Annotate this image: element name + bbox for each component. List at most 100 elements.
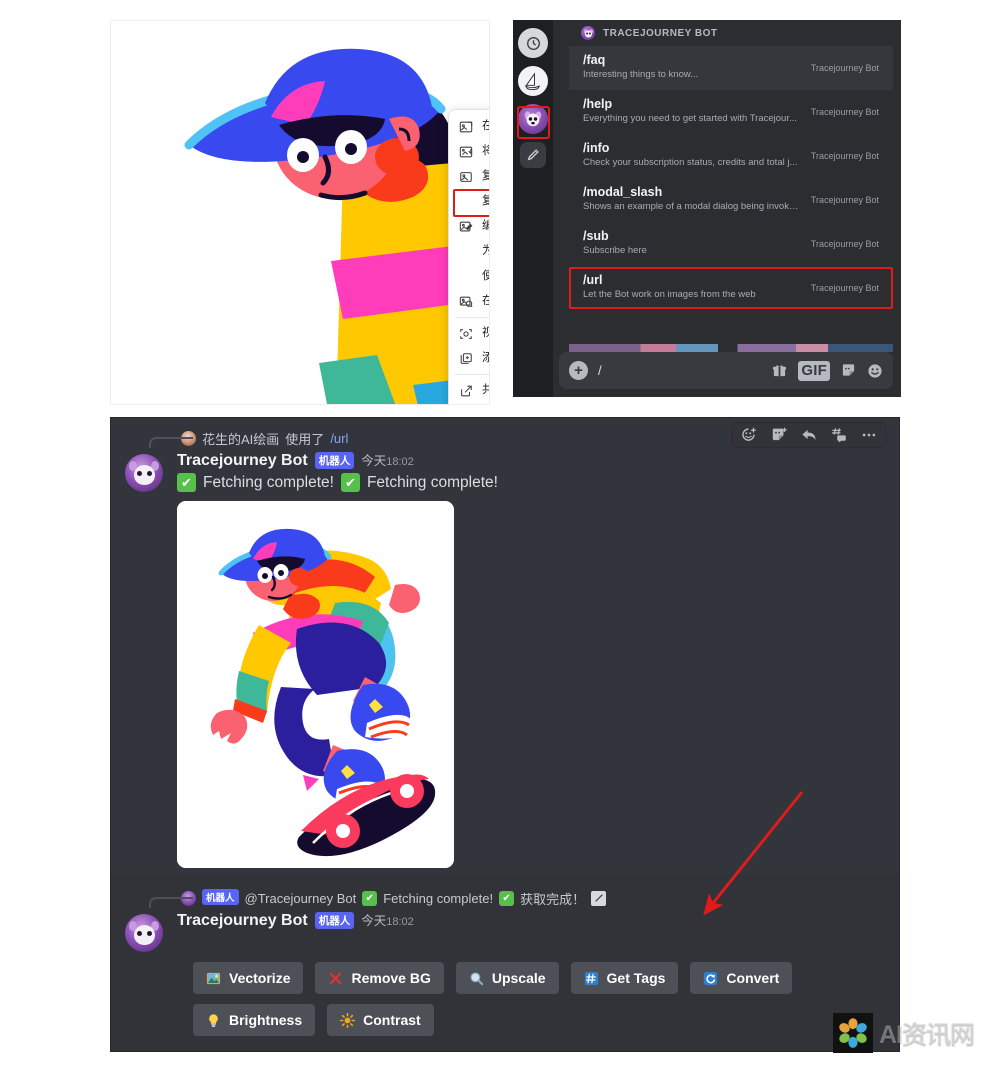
midjourney-icon[interactable] bbox=[518, 66, 548, 96]
command-desc: Let the Bot work on images from the web bbox=[583, 290, 756, 301]
ctx-visual-search[interactable]: 视觉搜索 bbox=[449, 321, 489, 346]
get-tags-button[interactable]: Get Tags bbox=[570, 962, 679, 994]
slash-popup-header: TRACEJOURNEY BOT bbox=[569, 20, 893, 46]
button-label: Contrast bbox=[363, 1012, 421, 1028]
slash-command-info[interactable]: /info Check your subscription status, cr… bbox=[569, 134, 893, 178]
sticker-icon[interactable] bbox=[841, 363, 856, 378]
reply-reference-2[interactable]: 机器人 @Tracejourney Bot ✔ Fetching complet… bbox=[111, 888, 899, 908]
command-bot-name: Tracejourney Bot bbox=[810, 194, 879, 205]
ctx-add-to-collections[interactable]: 添加到集锦 bbox=[449, 346, 489, 371]
ctx-open-image-new-tab[interactable]: 在新标签页中打开图像 bbox=[449, 114, 489, 139]
slash-command-faq[interactable]: /faq Interesting things to know... Trace… bbox=[569, 46, 893, 90]
command-desc: Shows an example of a modal dialog being… bbox=[583, 202, 803, 213]
emoji-picker-icon[interactable] bbox=[867, 363, 883, 379]
slash-popup-header-label: TRACEJOURNEY BOT bbox=[603, 27, 718, 39]
slash-command-sub[interactable]: /sub Subscribe here Tracejourney Bot bbox=[569, 222, 893, 266]
ctx-share[interactable]: 共享 bbox=[449, 378, 489, 403]
discord-panel-body: TRACEJOURNEY BOT /faq Interesting things… bbox=[553, 20, 901, 397]
message-input-text[interactable]: / bbox=[598, 363, 762, 378]
reply-command-link[interactable]: /url bbox=[330, 431, 348, 446]
reply-mention[interactable]: @Tracejourney Bot bbox=[245, 891, 357, 906]
action-buttons-container: Vectorize Remove BG Upscale Get Tags Con… bbox=[111, 952, 899, 1036]
command-bot-name: Tracejourney Bot bbox=[810, 150, 879, 161]
slash-command-modal-slash[interactable]: /modal_slash Shows an example of a modal… bbox=[569, 178, 893, 222]
avatar-face bbox=[133, 925, 155, 945]
vectorize-icon bbox=[206, 971, 221, 986]
remove-bg-button[interactable]: Remove BG bbox=[315, 962, 444, 994]
skater-illustration-top bbox=[111, 21, 489, 404]
get-tags-icon bbox=[584, 971, 599, 986]
ctx-label: 复制图像 bbox=[482, 170, 489, 183]
message-author[interactable]: Tracejourney Bot bbox=[177, 452, 308, 470]
screenshot-root: 在新标签页中打开图像 将图像另存为 bbox=[0, 0, 1000, 1070]
ctx-label: 添加到集锦 bbox=[482, 352, 489, 365]
recent-icon[interactable] bbox=[518, 28, 548, 58]
ctx-edit-image[interactable]: 编辑图像 bbox=[449, 214, 489, 239]
brightness-icon bbox=[206, 1013, 221, 1028]
remove-bg-icon bbox=[328, 971, 343, 986]
message-author[interactable]: Tracejourney Bot bbox=[177, 912, 308, 930]
ctx-save-image-as[interactable]: 将图像另存为 bbox=[449, 139, 489, 164]
vectorize-button[interactable]: Vectorize bbox=[193, 962, 304, 994]
convert-icon bbox=[703, 971, 718, 986]
reply-spine bbox=[149, 897, 193, 908]
message-timestamp: 今天18:02 bbox=[361, 450, 414, 469]
ctx-label: 为此图像创建 QR 代码 bbox=[482, 245, 489, 258]
avatar[interactable] bbox=[125, 914, 163, 952]
gift-icon[interactable] bbox=[772, 363, 787, 378]
upscale-icon bbox=[469, 971, 484, 986]
ctx-copy-image-link[interactable]: 复制图像链接 bbox=[449, 189, 489, 217]
command-name: /faq bbox=[583, 52, 606, 67]
reply-action-text: 使用了 bbox=[285, 431, 325, 447]
ctx-search-image-bing[interactable]: 使用 必应搜索图像 bbox=[449, 264, 489, 289]
upscale-button[interactable]: Upscale bbox=[455, 962, 559, 994]
convert-button[interactable]: Convert bbox=[690, 962, 793, 994]
gif-picker-icon[interactable]: GIF bbox=[798, 360, 830, 381]
ctx-copy-image[interactable]: 复制图像 bbox=[449, 164, 489, 189]
command-name: /sub bbox=[583, 228, 609, 243]
message-content-1: Tracejourney Bot 机器人 今天18:02 ✔ Fetching … bbox=[177, 450, 883, 868]
browser-context-menu[interactable]: 在新标签页中打开图像 将图像另存为 bbox=[448, 109, 489, 404]
message-text-1: ✔ Fetching complete! ✔ Fetching complete… bbox=[177, 473, 883, 492]
upload-attachment-button[interactable]: + bbox=[569, 361, 588, 380]
reply-text-1: Fetching complete! bbox=[383, 890, 494, 906]
web-search-image-icon bbox=[458, 294, 473, 309]
command-name: /help bbox=[583, 96, 613, 111]
reply-reference-1[interactable]: 花生的AI绘画 使用了 /url bbox=[111, 428, 899, 448]
ctx-label: 视觉搜索 bbox=[482, 327, 489, 340]
generated-image-embed[interactable] bbox=[177, 501, 454, 868]
ctx-label: 在 Web 上搜索图像 bbox=[482, 295, 489, 308]
watermark: AI资讯网 bbox=[833, 1012, 998, 1054]
ctx-separator bbox=[455, 374, 489, 375]
ctx-create-qr-code[interactable]: 为此图像创建 QR 代码 bbox=[449, 239, 489, 264]
slash-command-popup[interactable]: TRACEJOURNEY BOT /faq Interesting things… bbox=[569, 20, 893, 352]
message-content-2: Tracejourney Bot 机器人 今天18:02 bbox=[177, 910, 883, 952]
watermark-text: AI资讯网 bbox=[879, 1021, 975, 1049]
edit-icon[interactable] bbox=[520, 142, 546, 168]
ctx-search-image-on-web[interactable]: 在 Web 上搜索图像 bbox=[449, 289, 489, 314]
ctx-label: 编辑图像 bbox=[482, 220, 489, 233]
ctx-label: 复制图像链接 bbox=[482, 195, 489, 208]
tracejourney-bot-icon[interactable] bbox=[518, 104, 548, 134]
slash-command-help[interactable]: /help Everything you need to get started… bbox=[569, 90, 893, 134]
message-body-1: Tracejourney Bot 机器人 今天18:02 ✔ Fetching … bbox=[111, 448, 899, 868]
share-icon bbox=[458, 383, 473, 398]
timestamp-day: 今天 bbox=[361, 454, 387, 468]
discord-server-rail bbox=[513, 20, 553, 397]
command-desc: Check your subscription status, credits … bbox=[583, 158, 798, 169]
message-timestamp: 今天18:02 bbox=[361, 910, 414, 929]
avatar[interactable] bbox=[125, 454, 163, 492]
command-desc: Interesting things to know... bbox=[583, 70, 699, 81]
bot-badge: 机器人 bbox=[314, 452, 355, 469]
command-bot-name: Tracejourney Bot bbox=[810, 238, 879, 249]
brightness-button[interactable]: Brightness bbox=[193, 1004, 316, 1036]
slash-command-url[interactable]: /url Let the Bot work on images from the… bbox=[569, 266, 893, 310]
command-name: /modal_slash bbox=[583, 184, 663, 199]
avatar-face bbox=[133, 465, 155, 485]
message-input-bar[interactable]: + / GIF bbox=[559, 352, 893, 389]
contrast-button[interactable]: Contrast bbox=[327, 1004, 434, 1036]
discord-slash-command-panel: TRACEJOURNEY BOT /faq Interesting things… bbox=[513, 20, 901, 397]
bot-message-2: 机器人 @Tracejourney Bot ✔ Fetching complet… bbox=[111, 874, 899, 1051]
button-label: Brightness bbox=[229, 1012, 303, 1028]
reply-user-name: 花生的AI绘画 bbox=[202, 431, 280, 447]
